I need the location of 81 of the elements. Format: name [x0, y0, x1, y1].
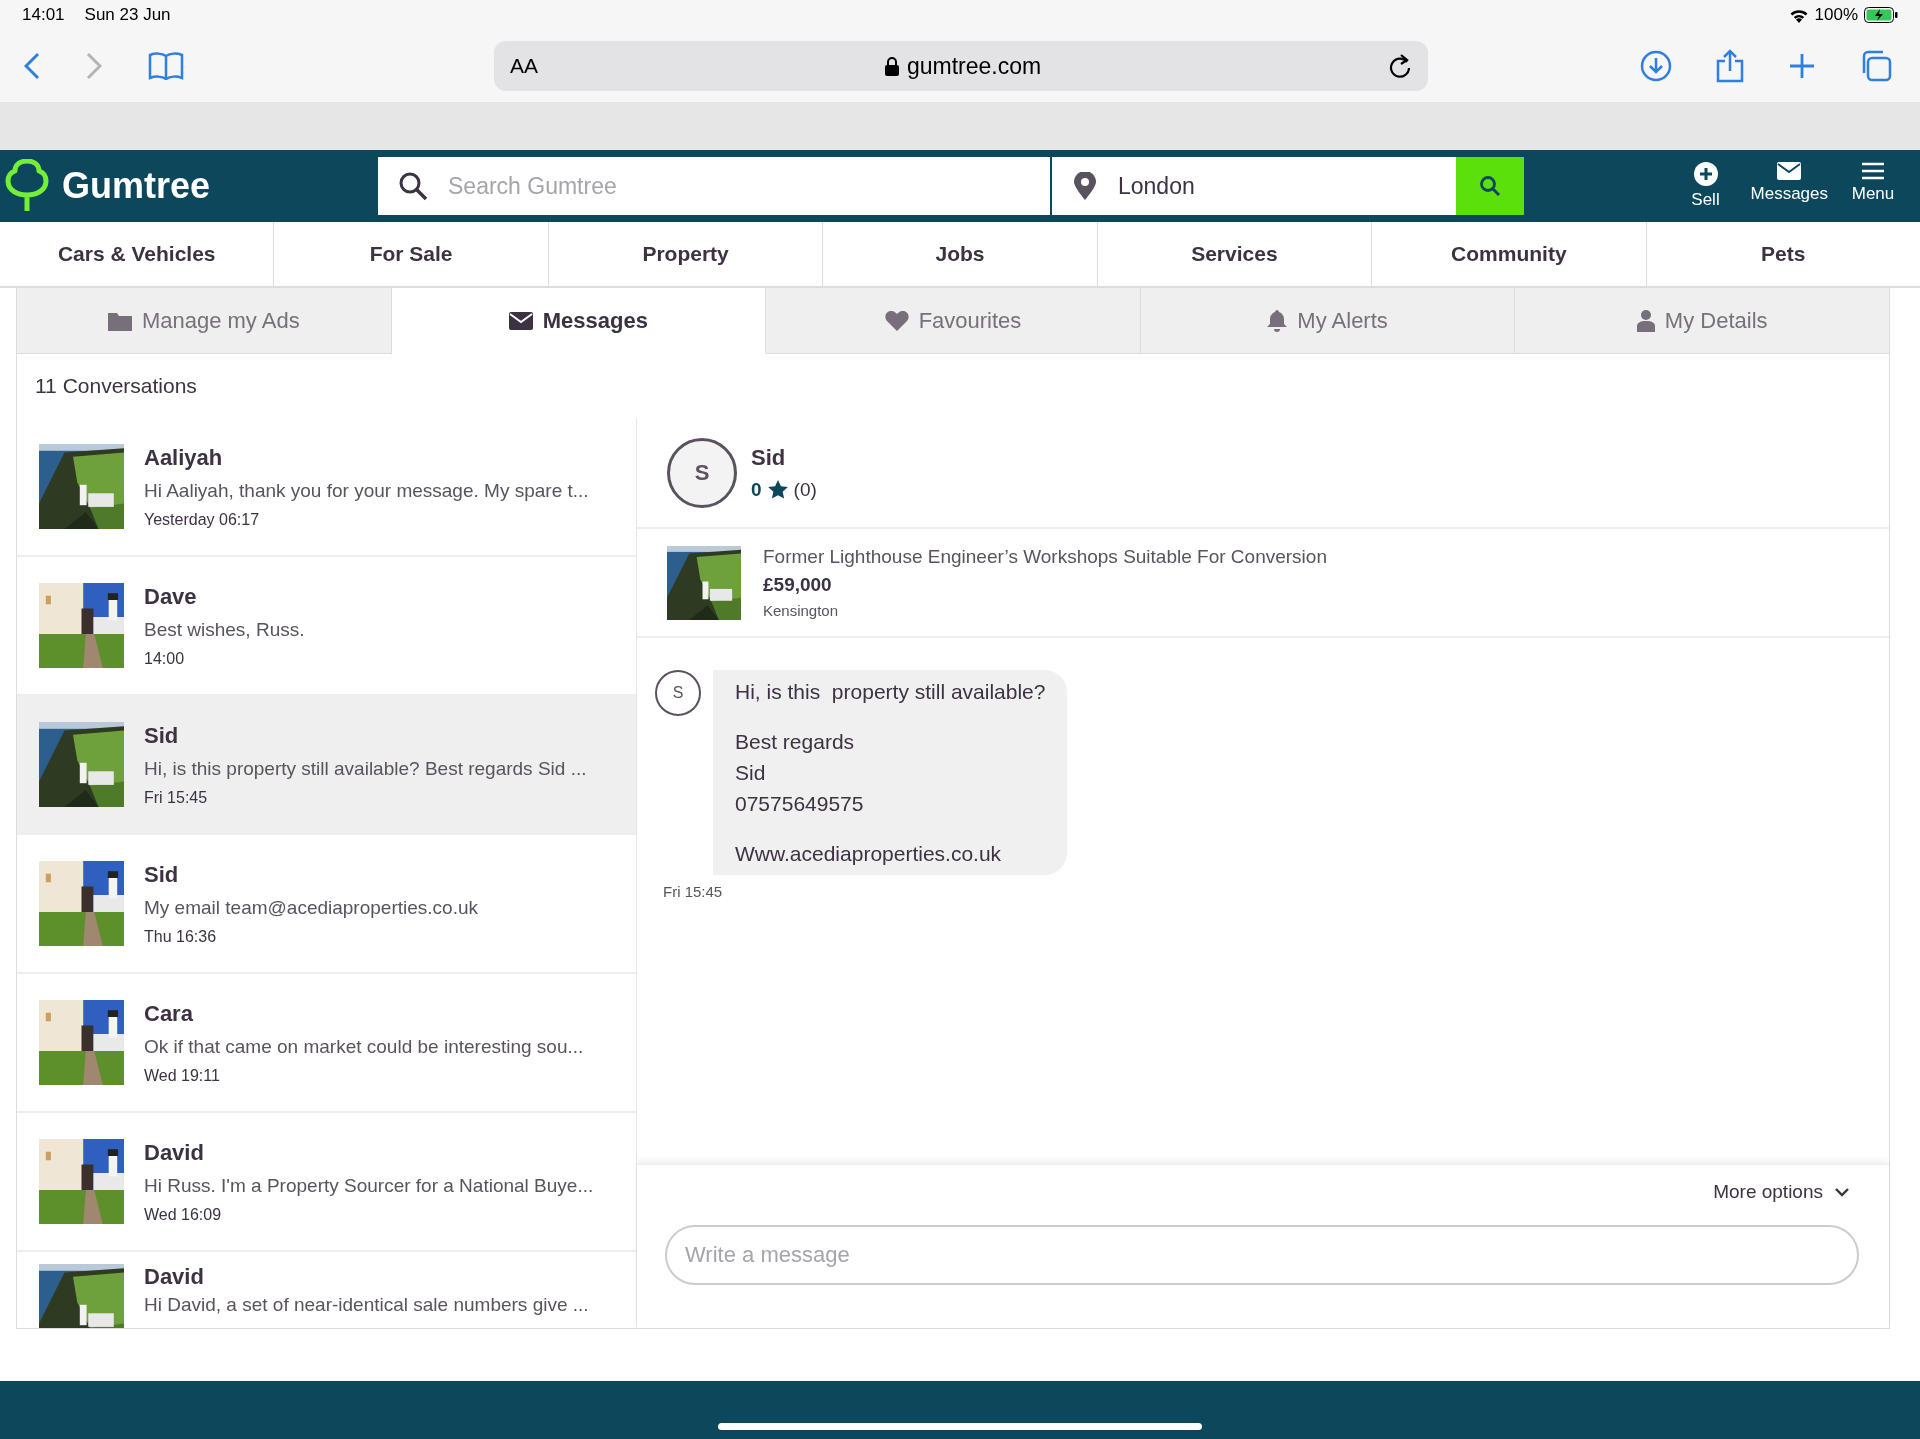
message-preview: Hi, is this property still available? Best regards Sid ... [144, 757, 587, 780]
location-field[interactable]: London [1052, 157, 1456, 215]
conversation-item[interactable]: Cara Ok if that came on market could be interesting sou... Wed 19:11 [17, 974, 636, 1113]
bell-icon [1267, 309, 1288, 332]
contact-name: Aaliyah [144, 444, 224, 471]
tree-icon [4, 159, 50, 213]
text-size-button[interactable]: AA [510, 54, 538, 78]
plus-icon[interactable] [1788, 52, 1816, 80]
message-time: Thu 16:36 [144, 927, 218, 946]
account-tab[interactable]: Manage my Ads [17, 288, 392, 354]
reload-icon[interactable] [1388, 53, 1412, 79]
clock-time: 14:01 [22, 5, 65, 25]
listing-price: £59,000 [763, 574, 833, 596]
message-time: Wed 16:09 [144, 1205, 223, 1224]
account-tab[interactable]: My Alerts [1140, 288, 1516, 354]
message-time: Fri 15:45 [144, 788, 209, 807]
book-icon[interactable] [148, 52, 184, 80]
download-icon[interactable] [1640, 50, 1672, 82]
message-preview: Hi David, a set of near-identical sale numbers give ... [144, 1294, 589, 1316]
review-count: (0) [793, 478, 817, 501]
location-input[interactable]: London [1116, 171, 1434, 201]
url-text: gumtree.com [906, 52, 1042, 80]
message-preview: Best wishes, Russ. [144, 618, 305, 641]
plus-circle-icon [1693, 162, 1718, 186]
search-field[interactable]: Search Gumtree [378, 157, 1052, 215]
contact-name: Sid [144, 861, 180, 888]
message-preview: My email team@acediaproperties.co.uk [144, 896, 478, 919]
envelope-icon [508, 311, 533, 330]
conversation-item[interactable]: Aaliyah Hi Aaliyah, thank you for your message. My spare t... Yesterday 06:17 [17, 418, 636, 557]
search-icon [398, 171, 428, 201]
message-bubble: Hi, is this property still available? Best regards Sid 07575649575 Www.acediaproperties.co.uk [713, 670, 1068, 875]
message-preview: Ok if that came on market could be interesting sou... [144, 1035, 584, 1058]
date-text: Sun 23 Jun [84, 5, 171, 25]
conversation-item[interactable]: Sid My email team@acediaproperties.co.uk Thu 16:36 [17, 835, 636, 974]
message-field[interactable]: Write a message [665, 1225, 1859, 1285]
conversation-count: 11 Conversations [35, 374, 197, 398]
contact-name: Sid [144, 722, 180, 749]
lock-icon [884, 56, 899, 76]
address-bar[interactable]: AA gumtree.com [494, 41, 1428, 91]
heart-icon [884, 310, 909, 331]
account-tab[interactable]: Favourites [766, 288, 1141, 354]
contact-name: Sid [751, 444, 787, 471]
message-time: 14:00 [144, 649, 186, 668]
contact-name: Cara [144, 1000, 194, 1027]
logo-text[interactable]: Gumtree [62, 165, 211, 207]
wifi-icon [1788, 7, 1809, 23]
back-icon[interactable] [24, 52, 40, 80]
chevron-down-icon [1835, 1187, 1849, 1197]
message-time: Yesterday 06:17 [144, 510, 261, 529]
star-icon [767, 480, 788, 499]
folder-icon [107, 310, 132, 331]
avatar: S [667, 437, 737, 508]
header-action[interactable]: Menu [1848, 162, 1898, 210]
more-options-button[interactable]: More options [1713, 1181, 1859, 1203]
conversation-item[interactable]: David Hi Russ. I'm a Property Sourcer for a National Buye... Wed 16:09 [17, 1113, 636, 1252]
rating-value: 0 [751, 478, 762, 501]
header-action[interactable]: Sell [1680, 162, 1731, 210]
message-time: Wed 19:11 [144, 1066, 221, 1085]
battery-percent: 100% [1814, 5, 1858, 25]
listing-location: Kensington [763, 602, 840, 619]
tabs-icon[interactable] [1860, 50, 1892, 82]
contact-name: David [144, 1264, 205, 1290]
map-pin-icon [1074, 172, 1096, 200]
share-icon[interactable] [1716, 49, 1744, 83]
person-icon [1636, 309, 1655, 332]
listing-title[interactable]: Former Lighthouse Engineer’s Workshops Suitable For Conversion [763, 546, 1327, 568]
conversation-item[interactable]: Sid Hi, is this property still available? Best regards Sid ... Fri 15:45 [17, 696, 636, 835]
contact-name: Dave [144, 583, 198, 610]
message-preview: Hi Aaliyah, thank you for your message. My spare t... [144, 479, 589, 502]
contact-name: David [144, 1139, 205, 1166]
message-preview: Hi Russ. I'm a Property Sourcer for a National Buye... [144, 1174, 594, 1197]
menu-icon [1862, 162, 1884, 180]
search-button[interactable] [1456, 157, 1524, 215]
avatar: S [655, 670, 701, 716]
account-tab[interactable]: My Details [1515, 288, 1889, 354]
message-time: Fri 15:45 [663, 883, 724, 900]
search-input[interactable]: Search Gumtree [446, 171, 1030, 201]
envelope-icon [1777, 162, 1802, 180]
search-icon [1479, 175, 1501, 197]
header-action[interactable]: Messages [1750, 162, 1828, 210]
battery-charging-icon [1864, 7, 1898, 23]
